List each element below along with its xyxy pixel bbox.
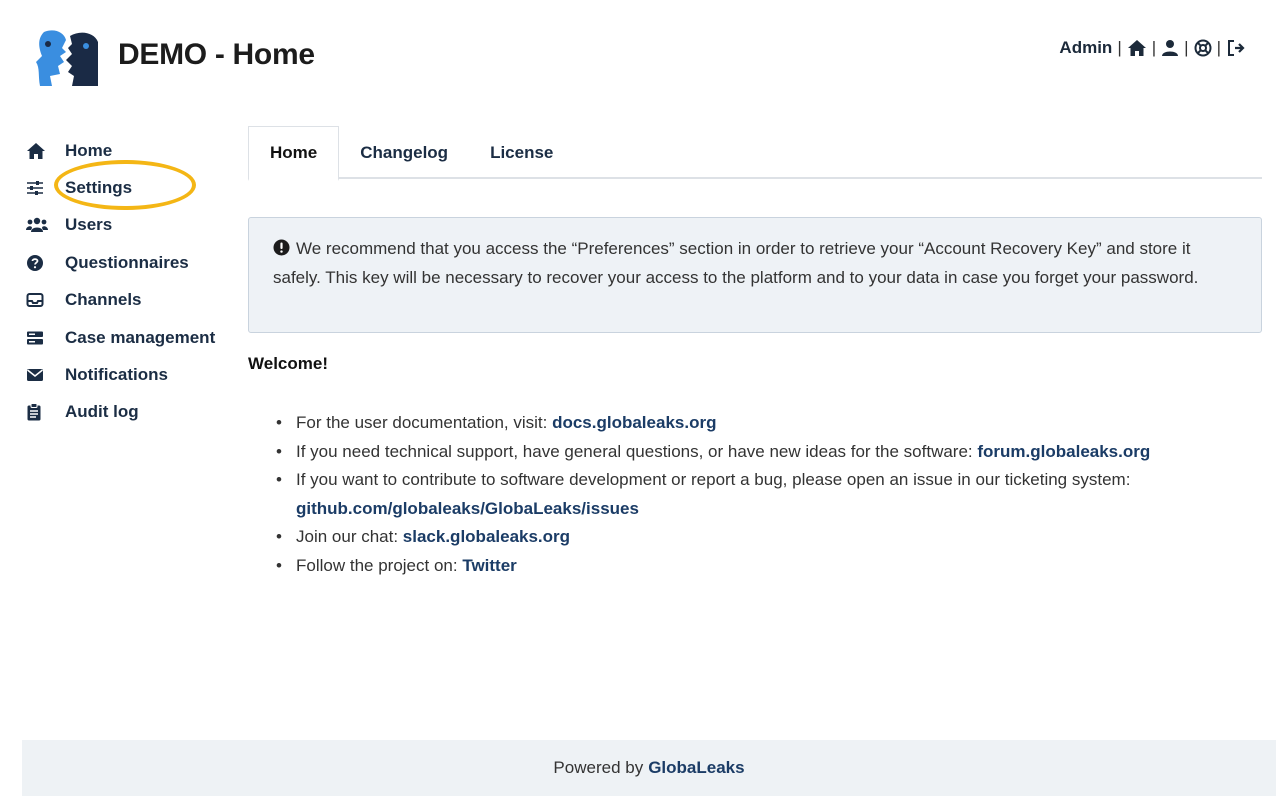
tab-home[interactable]: Home [248, 126, 340, 181]
envelope-icon [26, 365, 50, 385]
tab-bar: Home Changelog License [248, 126, 1262, 181]
sidebar-item-settings[interactable]: Settings [26, 169, 241, 206]
sliders-icon [26, 178, 50, 198]
github-issues-link[interactable]: github.com/globaleaks/GlobaLeaks/issues [296, 499, 639, 518]
sidebar-item-label: Users [65, 215, 113, 235]
sidebar-item-audit-log[interactable]: Audit log [26, 394, 241, 431]
list-item-text: If you want to contribute to software de… [296, 470, 1131, 489]
twitter-link[interactable]: Twitter [462, 556, 516, 575]
sidebar-item-label: Questionnaires [65, 252, 189, 272]
docs-link[interactable]: docs.globaleaks.org [552, 413, 716, 432]
separator: | [1216, 38, 1221, 57]
footer-text: Powered by [553, 758, 644, 777]
tab-license[interactable]: License [469, 126, 574, 179]
list-item: If you need technical support, have gene… [272, 438, 1272, 467]
list-item-text: For the user documentation, visit: [296, 413, 548, 432]
exclamation-circle-icon [273, 236, 290, 256]
home-icon [26, 141, 50, 161]
user-icon[interactable] [1161, 39, 1179, 57]
support-icon[interactable] [1194, 39, 1212, 57]
inbox-icon [26, 290, 50, 310]
top-nav: Admin | | | | [1059, 38, 1246, 58]
list-item: Join our chat: slack.globaleaks.org [272, 523, 1272, 552]
globaleaks-link[interactable]: GlobaLeaks [648, 758, 744, 778]
sidebar-item-home[interactable]: Home [26, 132, 241, 169]
separator: | [1117, 38, 1122, 57]
list-item: For the user documentation, visit: docs.… [272, 409, 1272, 438]
page-title: DEMO - Home [118, 38, 315, 71]
recovery-key-alert: We recommend that you access the “Prefer… [248, 217, 1262, 333]
sidebar-item-label: Home [65, 140, 113, 160]
info-list: For the user documentation, visit: docs.… [272, 409, 1272, 580]
sidebar: Home Settings Users Questionnaires Chann… [26, 132, 241, 431]
home-icon[interactable] [1127, 39, 1147, 57]
logout-icon[interactable] [1226, 39, 1246, 57]
sidebar-item-channels[interactable]: Channels [26, 282, 241, 319]
sidebar-item-notifications[interactable]: Notifications [26, 356, 241, 393]
list-item-text: Join our chat: [296, 527, 399, 546]
tab-changelog[interactable]: Changelog [339, 126, 469, 179]
slack-link[interactable]: slack.globaleaks.org [403, 527, 570, 546]
globaleaks-logo [36, 26, 100, 90]
admin-link[interactable]: Admin [1059, 38, 1112, 58]
header: DEMO - Home Admin | | | | [0, 0, 1276, 110]
footer: Powered by GlobaLeaks [22, 740, 1276, 796]
sidebar-item-label: Notifications [65, 365, 168, 385]
sidebar-item-label: Settings [65, 178, 133, 198]
users-icon [26, 215, 50, 235]
list-item: If you want to contribute to software de… [272, 466, 1272, 523]
separator: | [1184, 38, 1189, 57]
forum-link[interactable]: forum.globaleaks.org [977, 442, 1150, 461]
clipboard-icon [26, 402, 50, 422]
sidebar-item-label: Channels [65, 290, 142, 310]
separator: | [1151, 38, 1157, 57]
sidebar-item-label: Audit log [65, 402, 139, 422]
alert-text: We recommend that you access the “Prefer… [273, 239, 1199, 287]
list-item-text: If you need technical support, have gene… [296, 441, 973, 461]
welcome-heading: Welcome! [248, 354, 328, 373]
sidebar-item-label: Case management [65, 327, 216, 347]
sidebar-item-users[interactable]: Users [26, 207, 241, 244]
question-circle-icon [26, 253, 50, 273]
server-icon [26, 328, 50, 348]
list-item-text: Follow the project on: [296, 555, 458, 575]
sidebar-item-case-management[interactable]: Case management [26, 319, 241, 356]
sidebar-item-questionnaires[interactable]: Questionnaires [26, 244, 241, 281]
list-item: Follow the project on: Twitter [272, 552, 1272, 581]
